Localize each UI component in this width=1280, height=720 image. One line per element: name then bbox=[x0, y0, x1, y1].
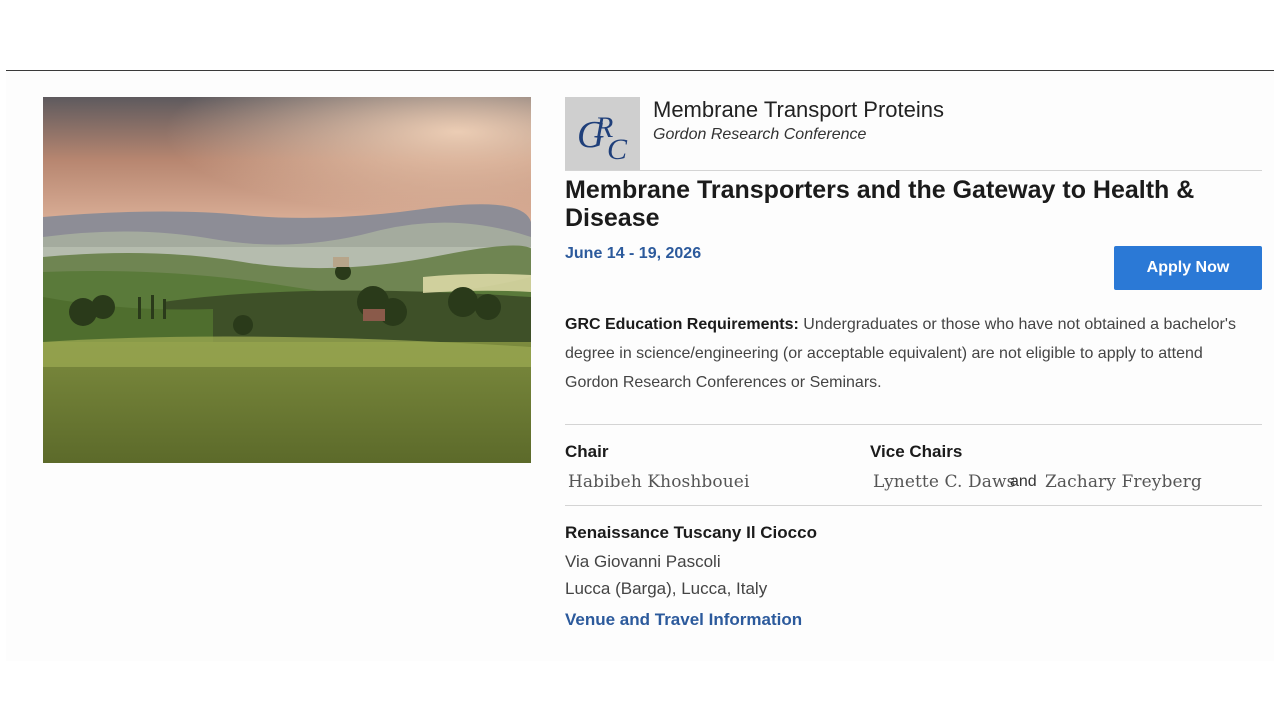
vice-chairs-and: and bbox=[1010, 473, 1037, 490]
venue-street: Via Giovanni Pascoli bbox=[565, 552, 721, 571]
venue-landscape-image bbox=[43, 97, 531, 463]
conference-series-subtitle: Gordon Research Conference bbox=[653, 126, 867, 143]
conference-series-title: Membrane Transport Proteins bbox=[653, 97, 945, 122]
people-divider-top bbox=[565, 424, 1262, 425]
title-divider bbox=[565, 170, 1262, 171]
grc-logo: G R C bbox=[565, 97, 640, 170]
people-divider-bottom bbox=[565, 505, 1262, 506]
venue-city: Lucca (Barga), Lucca, Italy bbox=[565, 579, 768, 598]
chair-name: Habibeh Khoshbouei bbox=[568, 472, 750, 492]
svg-text:C: C bbox=[607, 133, 628, 166]
vice-chair-2-name: Zachary Freyberg bbox=[1045, 472, 1202, 492]
education-requirements-label: GRC Education Requirements: bbox=[565, 316, 799, 333]
venue-name: Renaissance Tuscany Il Ciocco bbox=[565, 523, 817, 542]
vice-chairs-heading: Vice Chairs bbox=[870, 442, 963, 461]
conference-dates: June 14 - 19, 2026 bbox=[565, 245, 702, 262]
grc-logo-mark: G R C bbox=[577, 111, 628, 166]
vice-chair-1-name: Lynette C. Daws bbox=[873, 472, 1016, 492]
apply-now-button[interactable]: Apply Now bbox=[1114, 246, 1262, 290]
chair-heading: Chair bbox=[565, 442, 609, 461]
conference-main-title: Membrane Transporters and the Gateway to… bbox=[565, 176, 1195, 232]
education-requirements: GRC Education Requirements: Undergraduat… bbox=[565, 310, 1245, 397]
tuscan-hills-illustration bbox=[43, 97, 531, 463]
venue-travel-link[interactable]: Venue and Travel Information bbox=[565, 610, 802, 630]
